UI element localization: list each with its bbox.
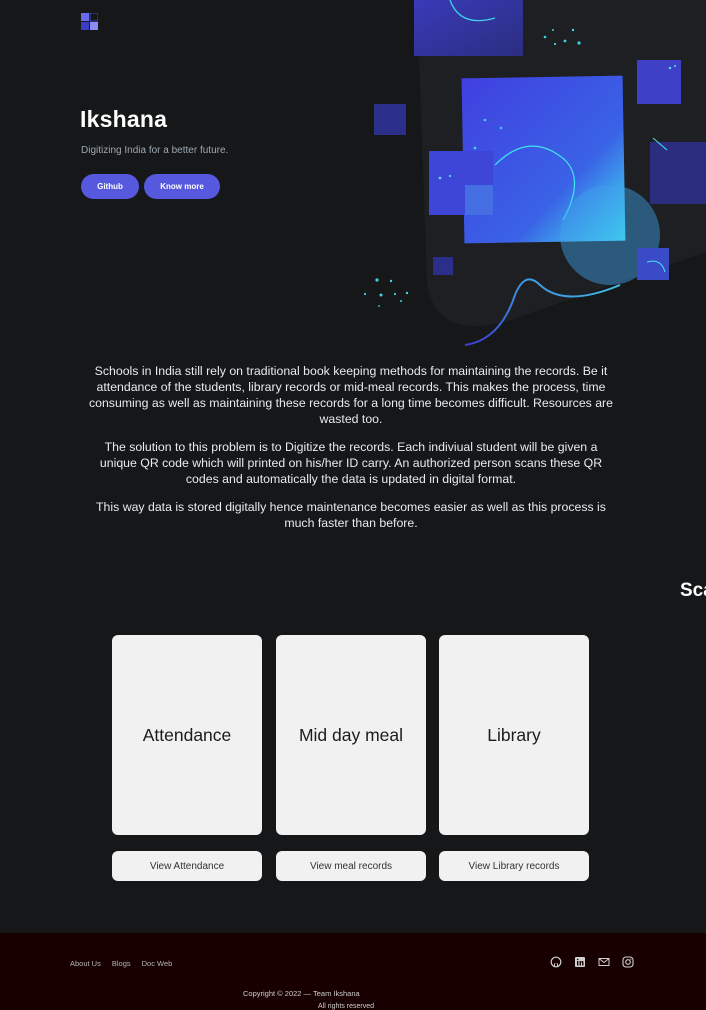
rights-text: All rights reserved — [318, 1003, 375, 1010]
footer: About Us Blogs Doc Web Copyright © 2022 … — [0, 933, 706, 1010]
tagline: Digitizing India for a better future. — [81, 145, 229, 156]
view-meal-records-button[interactable]: View meal records — [276, 851, 426, 881]
page-title: Ikshana — [80, 106, 168, 132]
grid-logo-icon[interactable] — [81, 13, 98, 30]
library-card: Library — [439, 635, 589, 835]
section-heading-cutoff: Sca — [680, 580, 706, 601]
footer-nav: About Us Blogs Doc Web — [70, 959, 183, 968]
intro-paragraph-2: The solution to this problem is to Digit… — [99, 440, 603, 486]
hero-illustration — [363, 0, 706, 346]
view-attendance-button[interactable]: View Attendance — [112, 851, 262, 881]
instagram-icon[interactable] — [622, 955, 634, 968]
github-button[interactable]: Github — [81, 174, 139, 199]
footer-link-doc-web[interactable]: Doc Web — [142, 959, 173, 968]
mid-day-meal-card: Mid day meal — [276, 635, 426, 835]
attendance-card: Attendance — [112, 635, 262, 835]
intro-paragraph-3: This way data is stored digitally hence … — [96, 500, 606, 530]
footer-link-blogs[interactable]: Blogs — [112, 959, 131, 968]
social-icons — [550, 955, 646, 968]
linkedin-icon[interactable] — [574, 955, 586, 967]
copyright-text: Copyright © 2022 — Team Ikshana — [243, 989, 360, 998]
mail-icon[interactable] — [598, 955, 610, 967]
footer-link-about-us[interactable]: About Us — [70, 959, 101, 968]
intro-paragraph-1: Schools in India still rely on tradition… — [88, 364, 613, 426]
know-more-button[interactable]: Know more — [144, 174, 220, 199]
page: Ikshana Digitizing India for a better fu… — [0, 0, 706, 1010]
github-icon[interactable] — [550, 955, 562, 968]
view-library-records-button[interactable]: View Library records — [439, 851, 589, 881]
